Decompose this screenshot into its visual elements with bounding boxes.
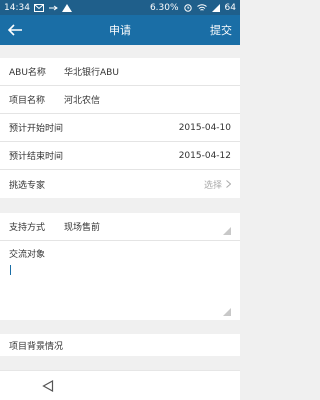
planned-end-label: 预计结束时间: [9, 152, 64, 162]
battery-percent: 6.30%: [149, 2, 179, 13]
project-background-row[interactable]: 项目背景情况: [0, 334, 240, 356]
system-nav-bar: [0, 370, 240, 400]
choose-expert-placeholder: 选择: [203, 180, 222, 191]
page-title: 申请: [109, 24, 131, 37]
text-caret: [10, 265, 11, 275]
chevron-right-icon: [226, 180, 231, 188]
exchange-target-label: 交流对象: [9, 249, 46, 260]
abu-name-label: ABU名称: [9, 68, 46, 78]
abu-name-row[interactable]: ABU名称 华北银行ABU: [0, 58, 240, 86]
support-method-label: 支持方式: [9, 223, 46, 233]
exchange-target-block: 交流对象: [0, 241, 240, 320]
project-background-label: 项目背景情况: [9, 341, 64, 352]
support-method-value: 现场售前: [64, 223, 101, 233]
dropdown-corner-icon: [223, 226, 231, 235]
planned-end-row[interactable]: 预计结束时间 2015-04-12: [0, 142, 240, 170]
abu-name-value: 华北银行ABU: [64, 68, 119, 78]
app-bar: 申请 提交: [0, 15, 240, 45]
project-name-value: 河北农信: [64, 96, 101, 106]
exchange-target-input[interactable]: [9, 261, 231, 316]
planned-start-value: 2015-04-10: [178, 122, 231, 133]
alarm-icon: [183, 3, 193, 12]
submit-button[interactable]: 提交: [210, 22, 232, 38]
nav-back-triangle-icon: [42, 379, 54, 392]
choose-expert-selector[interactable]: 选择: [204, 178, 231, 191]
status-time: 14:34: [4, 2, 30, 13]
back-arrow-icon: [7, 24, 22, 36]
wifi-icon: [196, 3, 207, 12]
planned-end-value: 2015-04-12: [178, 150, 231, 161]
support-method-row[interactable]: 支持方式 现场售前: [0, 213, 240, 241]
back-button[interactable]: [0, 15, 30, 45]
battery-level: 64: [224, 2, 236, 13]
planned-start-label: 预计开始时间: [9, 124, 64, 134]
planned-start-row[interactable]: 预计开始时间 2015-04-10: [0, 114, 240, 142]
project-name-row[interactable]: 项目名称 河北农信: [0, 86, 240, 114]
resize-corner-icon: [223, 308, 231, 316]
form-group-basic: ABU名称 华北银行ABU 项目名称 河北农信 预计开始时间 2015-04-1…: [0, 58, 240, 198]
form-group-support: 支持方式 现场售前 交流对象: [0, 213, 240, 320]
triangle-icon: [61, 3, 72, 12]
choose-expert-label: 挑选专家: [9, 180, 46, 191]
choose-expert-row[interactable]: 挑选专家 选择: [0, 170, 240, 198]
project-name-label: 项目名称: [9, 96, 46, 106]
usb-icon: [48, 4, 58, 12]
status-bar: 14:34 6.30% 64: [0, 0, 240, 15]
mail-icon: [33, 3, 44, 12]
signal-icon: [211, 3, 221, 12]
nav-back-button[interactable]: [42, 379, 54, 392]
form-content: ABU名称 华北银行ABU 项目名称 河北农信 预计开始时间 2015-04-1…: [0, 45, 240, 370]
